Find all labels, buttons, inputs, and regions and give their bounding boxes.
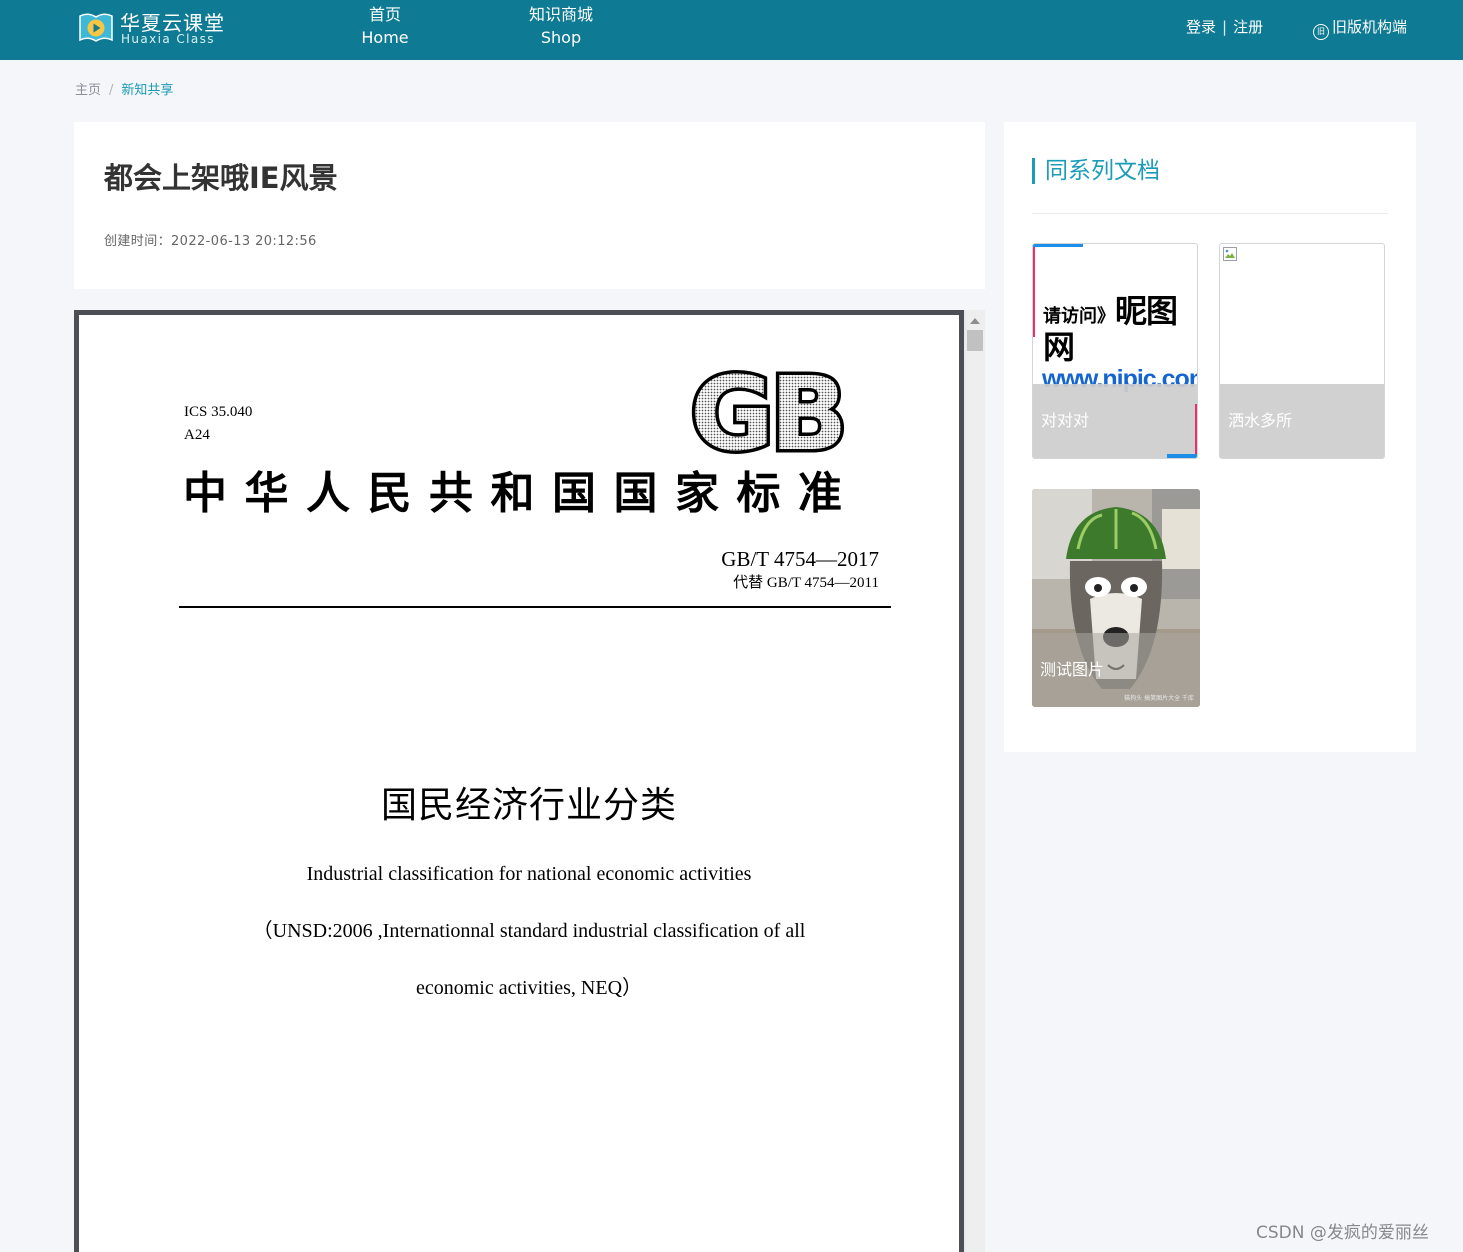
breadcrumb-home[interactable]: 主页 [75, 83, 101, 98]
nav-shop-label-cn: 知识商城 [528, 5, 593, 24]
login-link[interactable]: 登录 [1186, 18, 1216, 36]
logo-text-en: Huaxia Class [121, 32, 215, 46]
photo-caption: 猫狗头 搞笑图片大全 千库 [1124, 695, 1194, 702]
thumbnail-text-small: 请访问》 [1043, 306, 1115, 327]
card-title: 洒水多所 [1228, 411, 1293, 430]
nav-home-label-cn: 首页 [368, 5, 401, 24]
nav-shop-label-en: Shop [540, 28, 582, 47]
doc-title-en-line2: （UNSD:2006 ,Internationnal standard indu… [252, 920, 806, 942]
ics-number: ICS 35.040 [184, 404, 253, 420]
csdn-watermark: CSDN @发疯的爱丽丝 [1256, 1223, 1429, 1243]
broken-image-icon [1223, 247, 1237, 261]
breadcrumb-separator: / [109, 83, 114, 98]
auth-separator: | [1222, 18, 1228, 36]
auth-links: 登录 | 注册 [1186, 17, 1263, 37]
book-play-icon [79, 13, 113, 42]
old-site-icon: 旧 [1313, 24, 1329, 40]
document-header-card: 都会上架哦IE风景 创建时间：2022-06-13 20:12:56 [74, 122, 985, 289]
logo-text-cn: 华夏云课堂 [120, 11, 225, 35]
doc-title-en-line1: Industrial classification for national e… [306, 863, 752, 885]
card-accent [1195, 404, 1197, 454]
old-site-label: 旧版机构端 [1332, 18, 1408, 36]
top-navbar: 华夏云课堂 Huaxia Class 首页 Home 知识商城 Shop 登录 |… [0, 0, 1463, 60]
card-accent [1033, 247, 1035, 337]
standard-code: GB/T 4754—2017 [721, 547, 879, 571]
viewer-scrollbar[interactable] [966, 310, 985, 1252]
doc-title-cn: 国民经济行业分类 [380, 785, 677, 825]
page-title: 都会上架哦IE风景 [104, 161, 338, 195]
class-code: A24 [184, 427, 210, 443]
document-page: ICS 35.040 A24 GB 中华人民共和国国家标准 GB/T 4754—… [74, 310, 964, 1252]
doc-title-en-line3: economic activities, NEQ） [415, 977, 643, 999]
site-logo[interactable]: 华夏云课堂 Huaxia Class [78, 8, 228, 48]
nav-home[interactable]: 首页 Home [350, 3, 420, 51]
related-doc-card[interactable]: 测试图片 猫狗头 搞笑图片大全 千库 [1032, 489, 1200, 707]
document-viewer[interactable]: ICS 35.040 A24 GB 中华人民共和国国家标准 GB/T 4754—… [74, 310, 985, 1252]
created-time: 创建时间：2022-06-13 20:12:56 [104, 234, 317, 249]
nav-home-label-en: Home [361, 28, 409, 47]
card-title: 对对对 [1041, 411, 1090, 430]
breadcrumb-current[interactable]: 新知共享 [121, 83, 173, 98]
ics-code: ICS 35.040 A24 [184, 401, 252, 447]
gb-standard-logo: GB [687, 367, 851, 459]
related-doc-card[interactable]: 请访问》昵图网 www.nipic.com 对对对 [1032, 243, 1198, 459]
related-doc-card[interactable]: 洒水多所 [1219, 243, 1385, 459]
scroll-thumb[interactable] [967, 330, 983, 351]
card-title: 测试图片 [1040, 660, 1105, 679]
thumbnail-text-big: 昵图网 [1043, 292, 1178, 366]
replaces-code: 代替 GB/T 4754—2011 [733, 575, 879, 591]
nav-shop[interactable]: 知识商城 Shop [515, 3, 607, 51]
standard-name: 中华人民共和国国家标准 [183, 469, 860, 518]
related-docs-panel: 同系列文档 请访问》昵图网 www.nipic.com 对对对 洒水多所 测试图… [1004, 122, 1416, 752]
old-site-link[interactable]: 旧旧版机构端 [1313, 17, 1407, 40]
register-link[interactable]: 注册 [1233, 18, 1263, 36]
card-accent [1033, 244, 1083, 247]
related-docs-title: 同系列文档 [1032, 158, 1160, 184]
divider-line [179, 606, 891, 608]
svg-text:GB: GB [690, 367, 843, 459]
breadcrumb: 主页 / 新知共享 [75, 82, 173, 100]
scroll-up-arrow-icon[interactable] [970, 318, 980, 324]
card-accent [1167, 454, 1197, 458]
thumbnail-text: 请访问》昵图网 [1043, 295, 1197, 368]
panel-divider [1032, 213, 1388, 214]
